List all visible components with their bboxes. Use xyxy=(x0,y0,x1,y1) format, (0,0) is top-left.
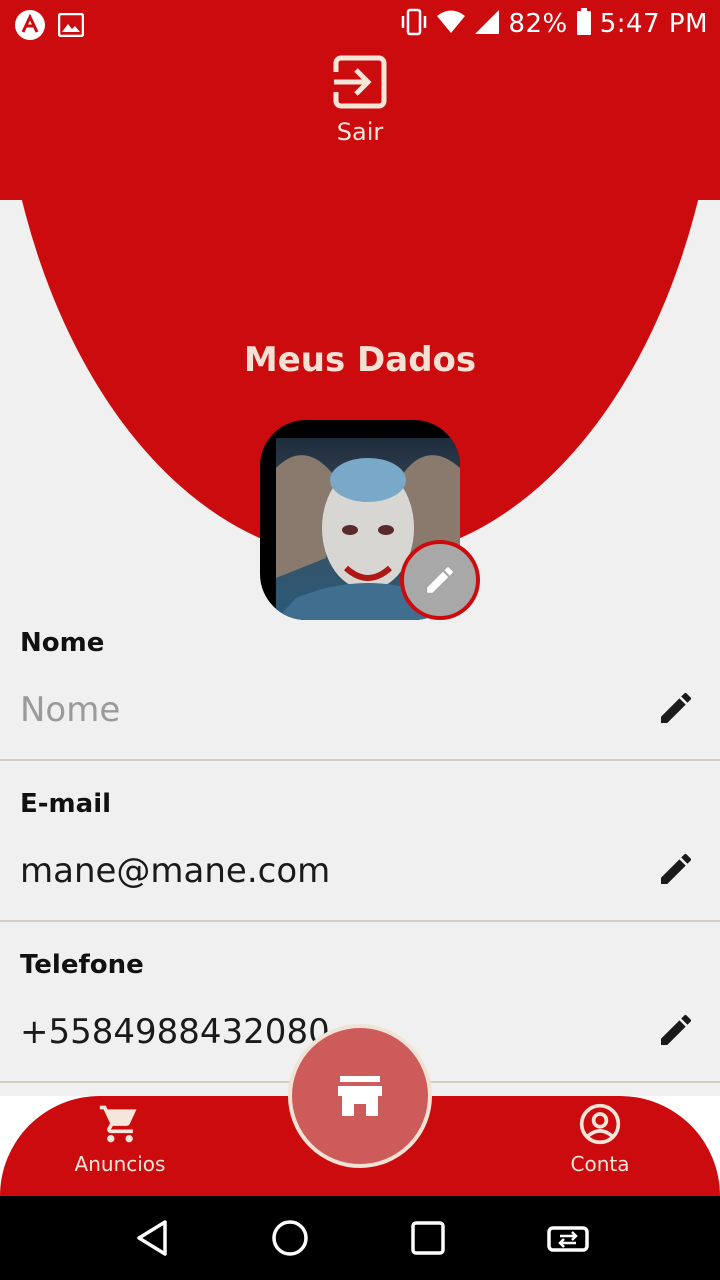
nav-label-anuncios: Anuncios xyxy=(74,1152,166,1176)
vibrate-icon xyxy=(400,8,428,40)
edit-name-icon[interactable] xyxy=(656,688,696,728)
page-title: Meus Dados xyxy=(243,340,477,380)
edit-email-icon[interactable] xyxy=(656,849,696,889)
home-button[interactable] xyxy=(268,1216,312,1260)
logout-icon xyxy=(332,55,387,109)
phone-value[interactable]: +5584988432080 xyxy=(20,1012,330,1052)
nav-label-conta: Conta xyxy=(570,1152,630,1176)
recents-square-icon xyxy=(411,1221,445,1255)
signal-icon xyxy=(474,9,500,39)
account-circle-icon xyxy=(579,1103,621,1145)
name-field: Nome Nome xyxy=(0,600,720,761)
battery-percent: 82% xyxy=(508,9,568,39)
cart-icon xyxy=(99,1105,137,1143)
edit-phone-icon[interactable] xyxy=(656,1010,696,1050)
pencil-icon xyxy=(427,567,453,593)
name-value[interactable]: Nome xyxy=(20,690,120,730)
email-field: E-mail mane@mane.com xyxy=(0,761,720,922)
app-notification-icon xyxy=(14,9,46,45)
image-notification-icon xyxy=(57,12,85,41)
logout-button[interactable]: Sair xyxy=(320,54,400,158)
nav-item-conta[interactable]: Conta xyxy=(540,1102,660,1176)
wifi-icon xyxy=(436,9,466,39)
status-bar: 82% 5:47 PM xyxy=(0,0,720,48)
email-value[interactable]: mane@mane.com xyxy=(20,851,330,891)
back-triangle-icon xyxy=(137,1220,167,1256)
back-button[interactable] xyxy=(130,1216,174,1260)
switch-app-button[interactable] xyxy=(546,1216,590,1260)
store-button[interactable] xyxy=(288,1024,432,1168)
email-label: E-mail xyxy=(20,789,112,819)
store-icon xyxy=(338,1076,382,1116)
phone-label: Telefone xyxy=(20,950,144,980)
system-navigation-bar xyxy=(0,1196,720,1280)
battery-icon xyxy=(576,8,592,40)
recents-button[interactable] xyxy=(406,1216,450,1260)
logout-label: Sair xyxy=(336,118,384,146)
nav-item-anuncios[interactable]: Anuncios xyxy=(60,1102,180,1176)
clock: 5:47 PM xyxy=(599,9,708,39)
name-label: Nome xyxy=(20,628,105,658)
home-circle-icon xyxy=(272,1220,308,1256)
switch-app-icon xyxy=(547,1226,589,1252)
